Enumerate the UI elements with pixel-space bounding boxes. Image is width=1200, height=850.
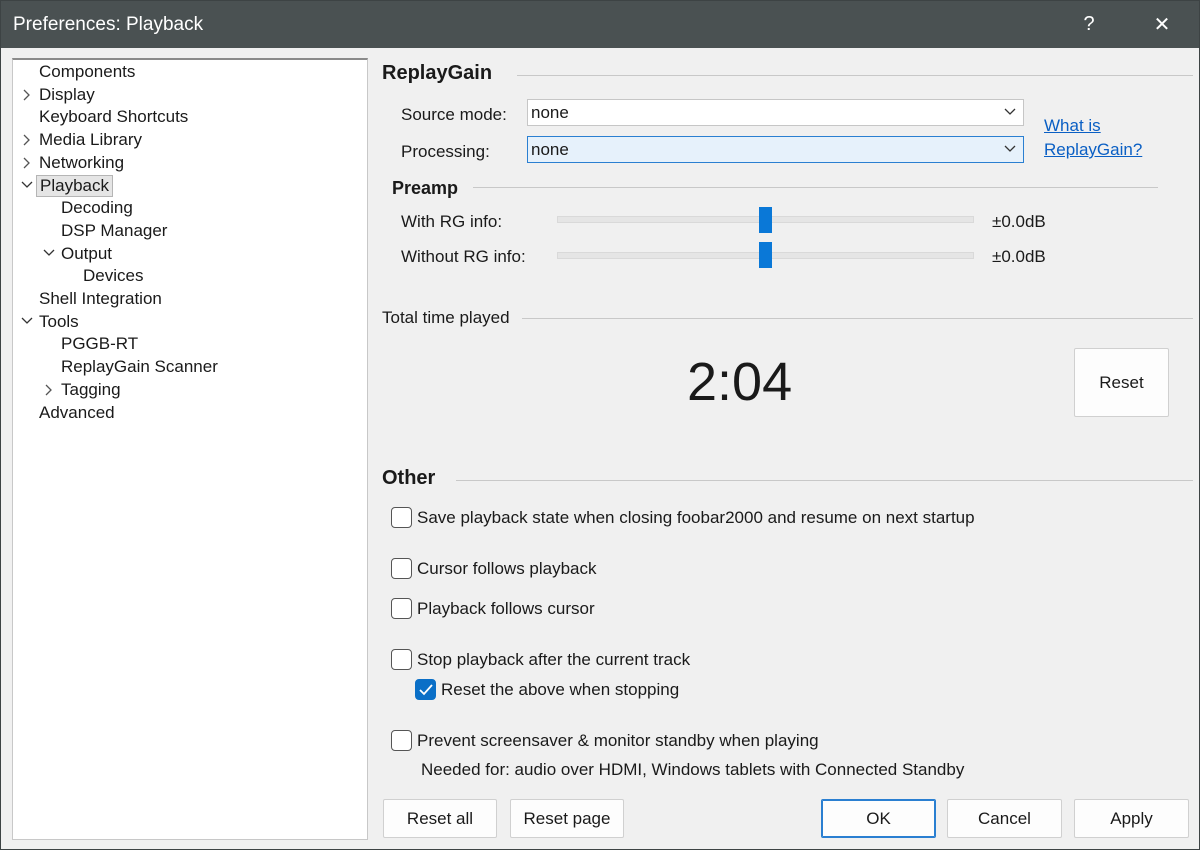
tree-item-label: Components: [39, 62, 136, 81]
source-mode-select[interactable]: none: [527, 99, 1024, 126]
close-icon: ✕: [1153, 14, 1171, 36]
prevent-screensaver-checkbox[interactable]: [391, 730, 412, 751]
help-icon: ?: [1083, 13, 1095, 35]
tree-item-label: Tools: [39, 311, 79, 331]
cursor-follows-checkbox[interactable]: [391, 558, 412, 579]
tree-item-label: DSP Manager: [61, 220, 168, 240]
total-time-value: 2:04: [687, 352, 793, 412]
tree-item-label: Shell Integration: [39, 289, 162, 308]
chevron-down-icon: [1004, 145, 1016, 152]
reset-all-button[interactable]: Reset all: [383, 799, 497, 838]
replaygain-section-title: ReplayGain: [382, 62, 493, 84]
source-mode-value: none: [531, 103, 569, 122]
chevron-right-icon[interactable]: [21, 84, 35, 106]
link-line-2: ReplayGain?: [1044, 140, 1143, 159]
tree-item-display[interactable]: Display: [13, 84, 363, 106]
tree-item-label: Tagging: [61, 379, 121, 399]
source-mode-label: Source mode:: [401, 105, 507, 124]
without-rg-slider-thumb[interactable]: [759, 242, 772, 268]
tree-item-advanced[interactable]: Advanced: [13, 402, 363, 424]
preamp-section-title: Preamp: [392, 178, 459, 198]
reset-above-label: Reset the above when stopping: [441, 680, 680, 699]
tree-item-decoding[interactable]: Decoding: [13, 197, 363, 219]
save-state-label: Save playback state when closing foobar2…: [417, 508, 975, 527]
tree-item-label: Devices: [83, 266, 144, 286]
tree-item-playback[interactable]: Playback: [13, 174, 363, 197]
with-rg-slider-thumb[interactable]: [759, 207, 772, 233]
apply-button[interactable]: Apply: [1074, 799, 1189, 838]
title-bar: Preferences: Playback ? ✕: [1, 1, 1199, 48]
chevron-down-icon[interactable]: [43, 243, 57, 265]
close-button[interactable]: ✕: [1132, 1, 1192, 48]
playback-follows-label: Playback follows cursor: [417, 599, 595, 618]
chevron-down-icon[interactable]: [21, 311, 35, 333]
tree-item-label: Advanced: [39, 402, 115, 422]
what-is-replaygain-link[interactable]: What is ReplayGain?: [1044, 114, 1142, 162]
save-state-checkbox[interactable]: [391, 507, 412, 528]
other-section-title: Other: [382, 467, 436, 489]
tree-item-keyboard-shortcuts[interactable]: Keyboard Shortcuts: [13, 106, 363, 128]
processing-label: Processing:: [401, 142, 490, 161]
reset-page-button[interactable]: Reset page: [510, 799, 624, 838]
window-title: Preferences: Playback: [13, 14, 204, 35]
chevron-down-icon: [1004, 108, 1016, 115]
tree-item-label: Output: [61, 243, 113, 263]
tree-item-label: PGGB-RT: [61, 334, 139, 354]
chevron-right-icon[interactable]: [43, 379, 57, 401]
preferences-tree[interactable]: Components Display Keyboard Shortcuts Media…: [12, 58, 368, 840]
tree-item-networking[interactable]: Networking: [13, 152, 363, 174]
tree-item-components[interactable]: Components: [13, 61, 363, 83]
stop-after-checkbox[interactable]: [391, 649, 412, 670]
processing-value: none: [531, 140, 569, 159]
cursor-follows-label: Cursor follows playback: [417, 559, 597, 578]
total-time-title: Total time played: [382, 308, 510, 327]
chevron-down-icon[interactable]: [21, 175, 35, 197]
cancel-button[interactable]: Cancel: [947, 799, 1062, 838]
prevent-screensaver-label: Prevent screensaver & monitor standby wh…: [417, 731, 819, 750]
tree-item-label: Display: [39, 84, 95, 104]
reset-time-button[interactable]: Reset: [1074, 348, 1169, 417]
tree-item-label: Keyboard Shortcuts: [39, 107, 189, 127]
tree-item-label: Decoding: [61, 198, 133, 218]
tree-item-dsp-manager[interactable]: DSP Manager: [13, 220, 363, 242]
tree-item-shell-integration[interactable]: Shell Integration: [13, 288, 363, 310]
needed-for-note: Needed for: audio over HDMI, Windows tab…: [421, 760, 965, 779]
tree-item-replaygain-scanner[interactable]: ReplayGain Scanner: [13, 356, 363, 378]
other-divider: [456, 480, 1193, 481]
link-line-1: What is: [1044, 116, 1101, 135]
tree-item-devices[interactable]: Devices: [13, 265, 363, 287]
reset-above-checkbox[interactable]: [415, 679, 436, 700]
tree-item-label: Media Library: [39, 130, 142, 150]
processing-select[interactable]: none: [527, 136, 1024, 163]
chevron-right-icon[interactable]: [21, 129, 35, 151]
replaygain-divider: [517, 75, 1193, 76]
tree-item-label: ReplayGain Scanner: [61, 357, 218, 377]
with-rg-label: With RG info:: [401, 212, 503, 231]
without-rg-label: Without RG info:: [401, 247, 526, 266]
tree-item-output[interactable]: Output: [13, 243, 363, 265]
playback-follows-checkbox[interactable]: [391, 598, 412, 619]
chevron-right-icon[interactable]: [21, 152, 35, 174]
total-time-divider: [522, 318, 1193, 319]
preferences-window: Preferences: Playback ? ✕ Components Disp…: [0, 0, 1200, 850]
ok-button[interactable]: OK: [821, 799, 936, 838]
tree-item-media-library[interactable]: Media Library: [13, 129, 363, 151]
stop-after-label: Stop playback after the current track: [417, 650, 691, 669]
preamp-divider: [473, 187, 1158, 188]
without-rg-value: ±0.0dB: [992, 247, 1046, 266]
help-button[interactable]: ?: [1059, 1, 1119, 48]
tree-item-label: Networking: [39, 152, 125, 172]
tree-item-pggb-rt[interactable]: PGGB-RT: [13, 333, 363, 355]
checkmark-icon: [419, 684, 433, 696]
tree-item-label: Playback: [36, 174, 113, 197]
tree-item-tools[interactable]: Tools: [13, 311, 363, 333]
with-rg-value: ±0.0dB: [992, 212, 1046, 231]
tree-item-tagging[interactable]: Tagging: [13, 379, 363, 401]
